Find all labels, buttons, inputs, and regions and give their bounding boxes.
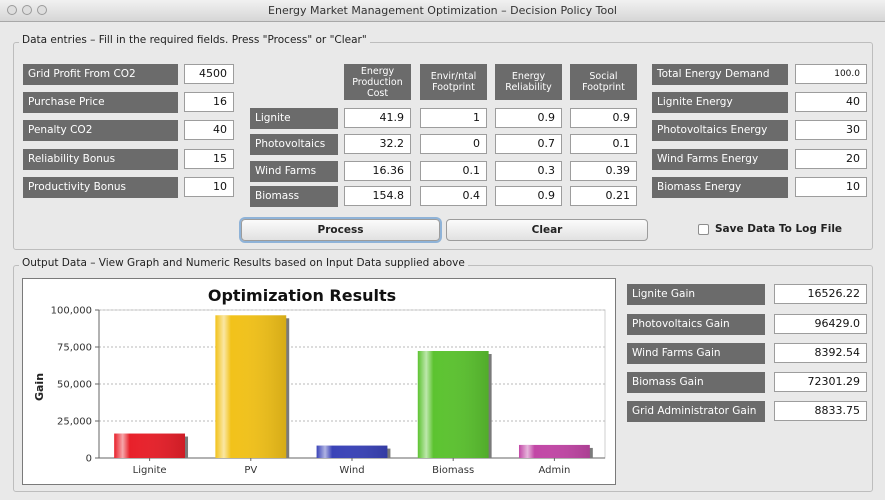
y-tick-label: 75,000 (57, 343, 92, 354)
demand-field-biomass-energy[interactable]: 10 (795, 177, 867, 197)
input-group-legend: Data entries – Fill in the required fiel… (19, 34, 370, 46)
matrix-field-wind-farms-0[interactable]: 16.36 (344, 161, 411, 181)
matrix-field-photovoltaics-1[interactable]: 0 (420, 134, 487, 154)
demand-label-biomass-energy: Biomass Energy (652, 177, 788, 198)
optimization-chart: Optimization Results 0 25,000 50,000 75,000… (33, 286, 606, 476)
result-label-biomass-gain: Biomass Gain (627, 372, 765, 393)
x-tick-label-pv: PV (244, 465, 257, 476)
result-field-lignite-gain[interactable]: 16526.22 (774, 284, 867, 304)
row-label-photovoltaics: Photovoltaics (250, 134, 338, 155)
matrix-field-lignite-3[interactable]: 0.9 (570, 108, 637, 128)
matrix-field-biomass-2[interactable]: 0.9 (495, 186, 562, 206)
param-field-grid-profit-from-co2[interactable]: 4500 (184, 64, 234, 84)
title-bar: Energy Market Management Optimization – … (0, 0, 885, 22)
param-label-productivity-bonus: Productivity Bonus (23, 177, 178, 198)
param-label-penalty-co2: Penalty CO2 (23, 120, 178, 141)
column-header-energy-reliability: Energy Reliability (495, 64, 562, 100)
param-label-reliability-bonus: Reliability Bonus (23, 149, 178, 170)
matrix-field-lignite-2[interactable]: 0.9 (495, 108, 562, 128)
column-header-envir-ntal-footprint: Envir/ntal Footprint (420, 64, 487, 100)
param-field-penalty-co2[interactable]: 40 (184, 120, 234, 140)
column-header-social-footprint: Social Footprint (570, 64, 637, 100)
bar-highlight-admin (518, 444, 590, 458)
result-field-photovoltaics-gain[interactable]: 96429.0 (774, 314, 867, 334)
clear-button[interactable]: Clear (446, 219, 648, 241)
save-log-checkbox[interactable] (698, 224, 709, 235)
x-tick-label-wind: Wind (339, 465, 364, 476)
row-label-lignite: Lignite (250, 108, 338, 129)
x-tick-label-admin: Admin (538, 465, 570, 476)
demand-label-total-energy-demand: Total Energy Demand (652, 64, 788, 85)
bar-highlight-wind (316, 445, 388, 458)
row-label-biomass: Biomass (250, 186, 338, 207)
matrix-field-biomass-1[interactable]: 0.4 (420, 186, 487, 206)
matrix-field-wind-farms-3[interactable]: 0.39 (570, 161, 637, 181)
bar-highlight-pv (215, 315, 287, 458)
param-field-reliability-bonus[interactable]: 15 (184, 149, 234, 169)
y-tick-label: 50,000 (57, 380, 92, 391)
output-group-legend: Output Data – View Graph and Numeric Res… (19, 257, 468, 269)
matrix-field-photovoltaics-2[interactable]: 0.7 (495, 134, 562, 154)
matrix-field-wind-farms-1[interactable]: 0.1 (420, 161, 487, 181)
result-label-photovoltaics-gain: Photovoltaics Gain (627, 314, 765, 335)
result-field-biomass-gain[interactable]: 72301.29 (774, 372, 867, 392)
bar-highlight-biomass (417, 350, 489, 458)
bar-highlight-lignite (114, 433, 186, 458)
demand-label-lignite-energy: Lignite Energy (652, 92, 788, 113)
matrix-field-wind-farms-2[interactable]: 0.3 (495, 161, 562, 181)
y-tick-label: 25,000 (57, 417, 92, 428)
matrix-field-lignite-0[interactable]: 41.9 (344, 108, 411, 128)
result-field-grid-administrator-gain[interactable]: 8833.75 (774, 401, 867, 421)
demand-field-photovoltaics-energy[interactable]: 30 (795, 120, 867, 140)
demand-label-photovoltaics-energy: Photovoltaics Energy (652, 120, 788, 141)
param-label-purchase-price: Purchase Price (23, 92, 178, 113)
x-tick-label-biomass: Biomass (432, 465, 474, 476)
chart-panel: Optimization Results 0 25,000 50,000 75,000… (22, 278, 616, 485)
param-label-grid-profit-from-co2: Grid Profit From CO2 (23, 64, 178, 85)
demand-field-wind-farms-energy[interactable]: 20 (795, 149, 867, 169)
result-label-grid-administrator-gain: Grid Administrator Gain (627, 401, 765, 422)
process-button[interactable]: Process (241, 219, 440, 241)
param-field-purchase-price[interactable]: 16 (184, 92, 234, 112)
demand-field-total-energy-demand[interactable]: 100.0 (795, 64, 867, 84)
column-header-energy-production-cost: Energy Production Cost (344, 64, 411, 100)
result-label-lignite-gain: Lignite Gain (627, 284, 765, 305)
x-tick-label-lignite: Lignite (133, 465, 167, 476)
save-log-label: Save Data To Log File (715, 223, 843, 235)
demand-label-wind-farms-energy: Wind Farms Energy (652, 149, 788, 170)
y-tick-label: 0 (86, 454, 92, 465)
matrix-field-biomass-3[interactable]: 0.21 (570, 186, 637, 206)
matrix-field-photovoltaics-3[interactable]: 0.1 (570, 134, 637, 154)
param-field-productivity-bonus[interactable]: 10 (184, 177, 234, 197)
chart-y-axis-label: Gain (33, 373, 46, 401)
result-field-wind-farms-gain[interactable]: 8392.54 (774, 343, 867, 363)
demand-field-lignite-energy[interactable]: 40 (795, 92, 867, 112)
result-label-wind-farms-gain: Wind Farms Gain (627, 343, 765, 364)
matrix-field-photovoltaics-0[interactable]: 32.2 (344, 134, 411, 154)
chart-title: Optimization Results (208, 286, 396, 305)
matrix-field-biomass-0[interactable]: 154.8 (344, 186, 411, 206)
row-label-wind-farms: Wind Farms (250, 161, 338, 182)
matrix-field-lignite-1[interactable]: 1 (420, 108, 487, 128)
y-tick-label: 100,000 (51, 306, 92, 317)
window-title: Energy Market Management Optimization – … (268, 4, 617, 17)
